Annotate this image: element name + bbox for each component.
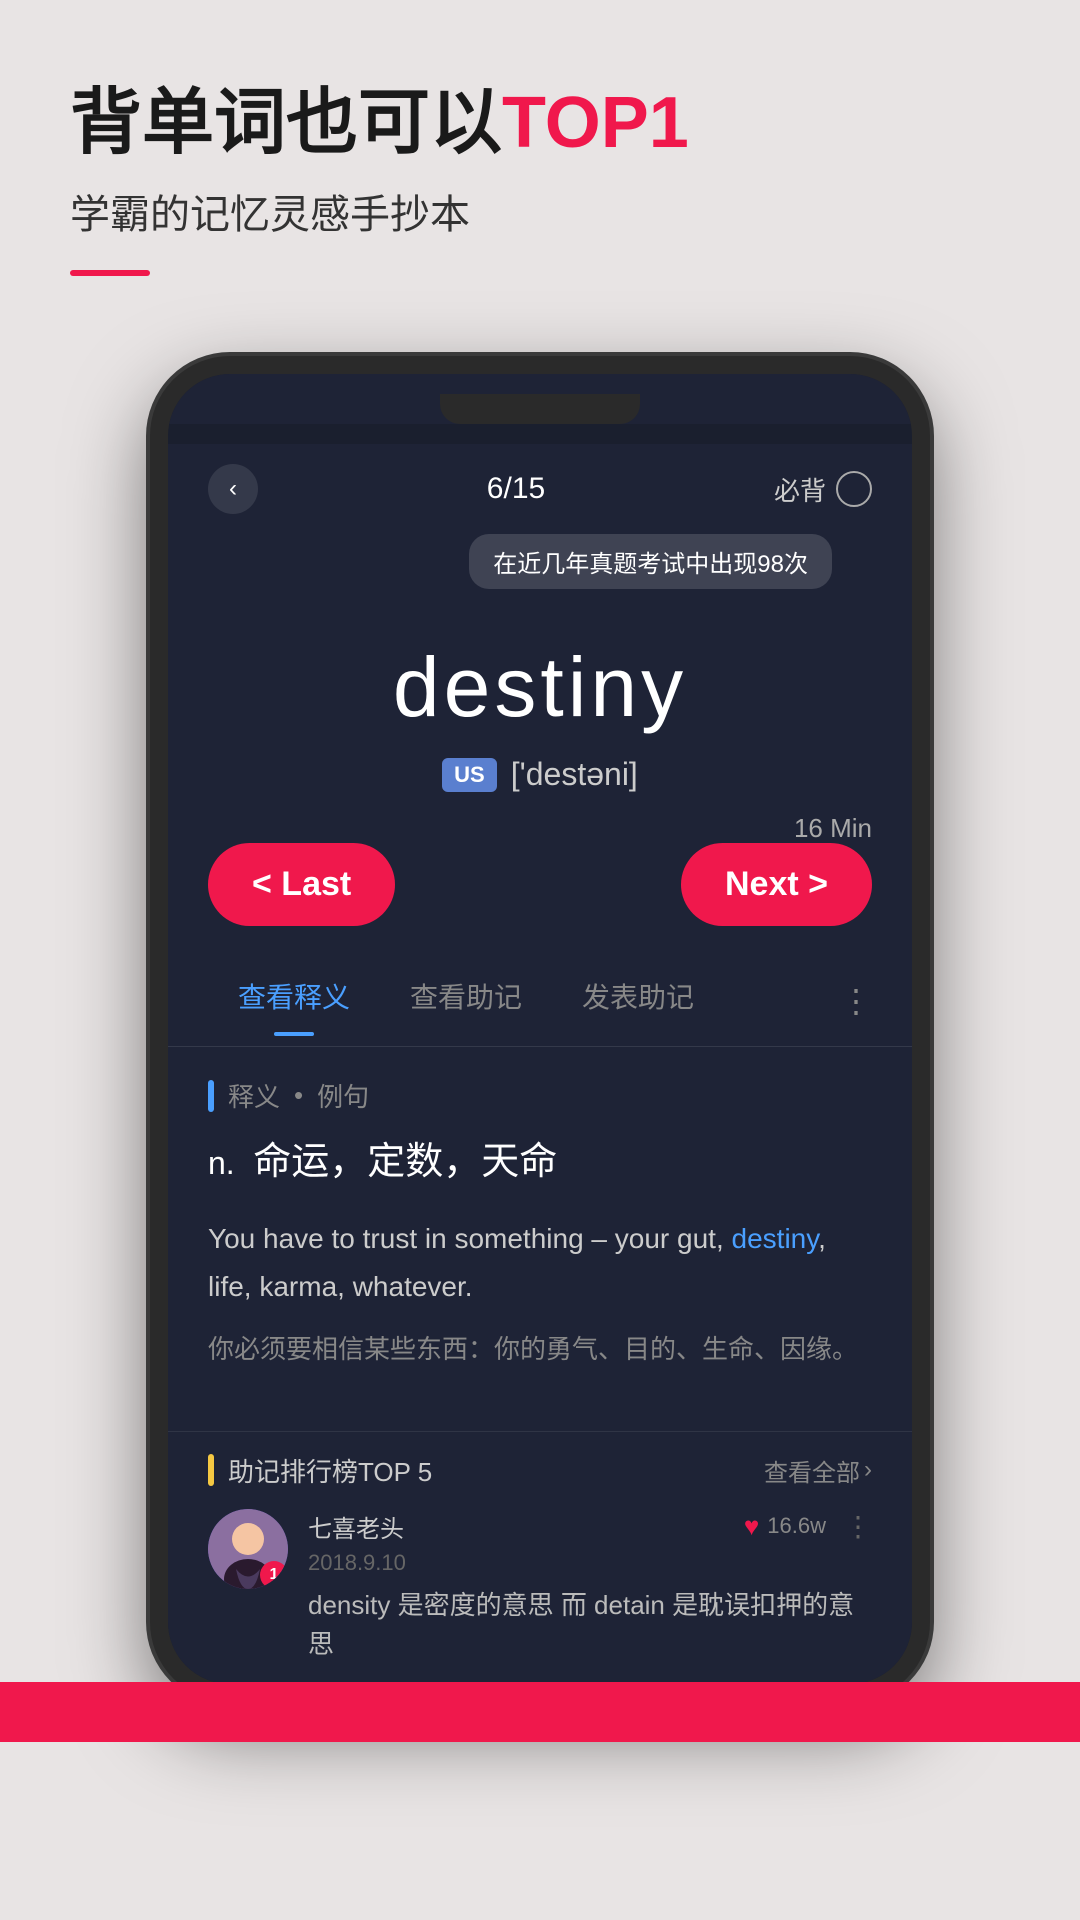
word-nav: ‹ 6/15 必背 [168, 444, 912, 534]
must-memorize[interactable]: 必背 [774, 471, 872, 508]
header-area: 背单词也可以TOP1 学霸的记忆灵感手抄本 [0, 0, 1080, 356]
mnemonic-title: 助记排行榜TOP 5 [228, 1452, 432, 1489]
comment-more-icon[interactable]: ⋮ [844, 1510, 872, 1543]
definition-text: n. 命运，定数，天命 [208, 1134, 872, 1191]
section-bar-blue [208, 1080, 214, 1112]
tab-definition[interactable]: 查看释义 [208, 966, 380, 1036]
view-all-icon: › [864, 1456, 872, 1484]
main-title: 背单词也可以TOP1 [70, 80, 1010, 166]
phonetic-tag: US [442, 758, 497, 792]
last-button[interactable]: < Last [208, 843, 395, 926]
bottom-accent-bar [0, 1682, 1080, 1742]
section-dot: • [294, 1080, 303, 1111]
comment-text: density 是密度的意思 而 detain 是耽误扣押的意思 [308, 1586, 872, 1664]
progress-indicator: 6/15 [487, 472, 545, 506]
section-bar-yellow [208, 1454, 214, 1486]
comment-content: 七喜老头 ♥ 16.6w ⋮ 2018.9.10 density 是密度的意思 … [308, 1509, 872, 1664]
mnemonic-header: 助记排行榜TOP 5 查看全部 › [208, 1452, 872, 1489]
word-display: destiny US ['destəni] [168, 609, 912, 813]
comment-header: 七喜老头 ♥ 16.6w ⋮ [308, 1509, 872, 1544]
tab-mnemonic[interactable]: 查看助记 [380, 966, 552, 1036]
time-indicator: 16 Min [794, 813, 872, 844]
must-circle [836, 471, 872, 507]
section-label: 释义 [228, 1077, 280, 1114]
next-button[interactable]: Next > [681, 843, 872, 926]
word-tabs: 查看释义 查看助记 发表助记 ⋮ [168, 956, 912, 1047]
definition-section-header: 释义 • 例句 [208, 1077, 872, 1114]
mnemonic-section: 助记排行榜TOP 5 查看全部 › [168, 1431, 912, 1684]
back-icon: ‹ [229, 475, 237, 503]
back-button[interactable]: ‹ [208, 464, 258, 514]
user-comment: 1 七喜老头 ♥ 16.6w ⋮ 2018.9.10 [208, 1509, 872, 1664]
comment-date: 2018.9.10 [308, 1550, 872, 1576]
view-all-button[interactable]: 查看全部 › [764, 1453, 872, 1488]
mnemonic-label-group: 助记排行榜TOP 5 [208, 1452, 432, 1489]
view-all-text: 查看全部 [764, 1453, 860, 1488]
tab-post-mnemonic[interactable]: 发表助记 [552, 966, 724, 1036]
phone-notch [440, 394, 640, 424]
word-meaning: 命运，定数，天命 [253, 1141, 557, 1183]
word-pos: n. [208, 1145, 235, 1181]
phonetic-text: ['destəni] [511, 756, 638, 793]
phone-screen: ‹ 6/15 必背 在近几年真题考试中出现98次 destiny US ['de… [168, 444, 912, 1683]
phone-frame: ‹ 6/15 必背 在近几年真题考试中出现98次 destiny US ['de… [150, 356, 930, 1701]
tab-more-icon[interactable]: ⋮ [840, 982, 872, 1020]
exam-badge: 在近几年真题考试中出现98次 [469, 534, 832, 589]
user-avatar: 1 [208, 1509, 288, 1589]
word-phonetic: US ['destəni] [208, 756, 872, 793]
likes-count: 16.6w [767, 1513, 826, 1539]
example-keyword: destiny [732, 1223, 819, 1254]
example-english: You have to trust in something – your gu… [208, 1215, 872, 1310]
comment-likes: ♥ 16.6w ⋮ [744, 1510, 872, 1543]
example-chinese: 你必须要相信某些东西：你的勇气、目的、生命、因缘。 [208, 1327, 872, 1371]
avatar-rank-badge: 1 [260, 1561, 288, 1589]
word-english: destiny [208, 639, 872, 736]
word-actions: 16 Min < Last Next > [168, 813, 912, 956]
header-decoration [70, 270, 150, 276]
title-part1: 背单词也可以 [70, 83, 502, 163]
phone-top [168, 374, 912, 424]
header-subtitle: 学霸的记忆灵感手抄本 [70, 182, 1010, 240]
definition-section: 释义 • 例句 n. 命运，定数，天命 You have to trust in… [168, 1047, 912, 1430]
must-label: 必背 [774, 471, 826, 508]
heart-icon: ♥ [744, 1511, 759, 1542]
commenter-name: 七喜老头 [308, 1509, 404, 1544]
section-sub: 例句 [317, 1077, 369, 1114]
title-highlight: TOP1 [502, 83, 689, 163]
phone-wrapper: ‹ 6/15 必背 在近几年真题考试中出现98次 destiny US ['de… [0, 356, 1080, 1701]
